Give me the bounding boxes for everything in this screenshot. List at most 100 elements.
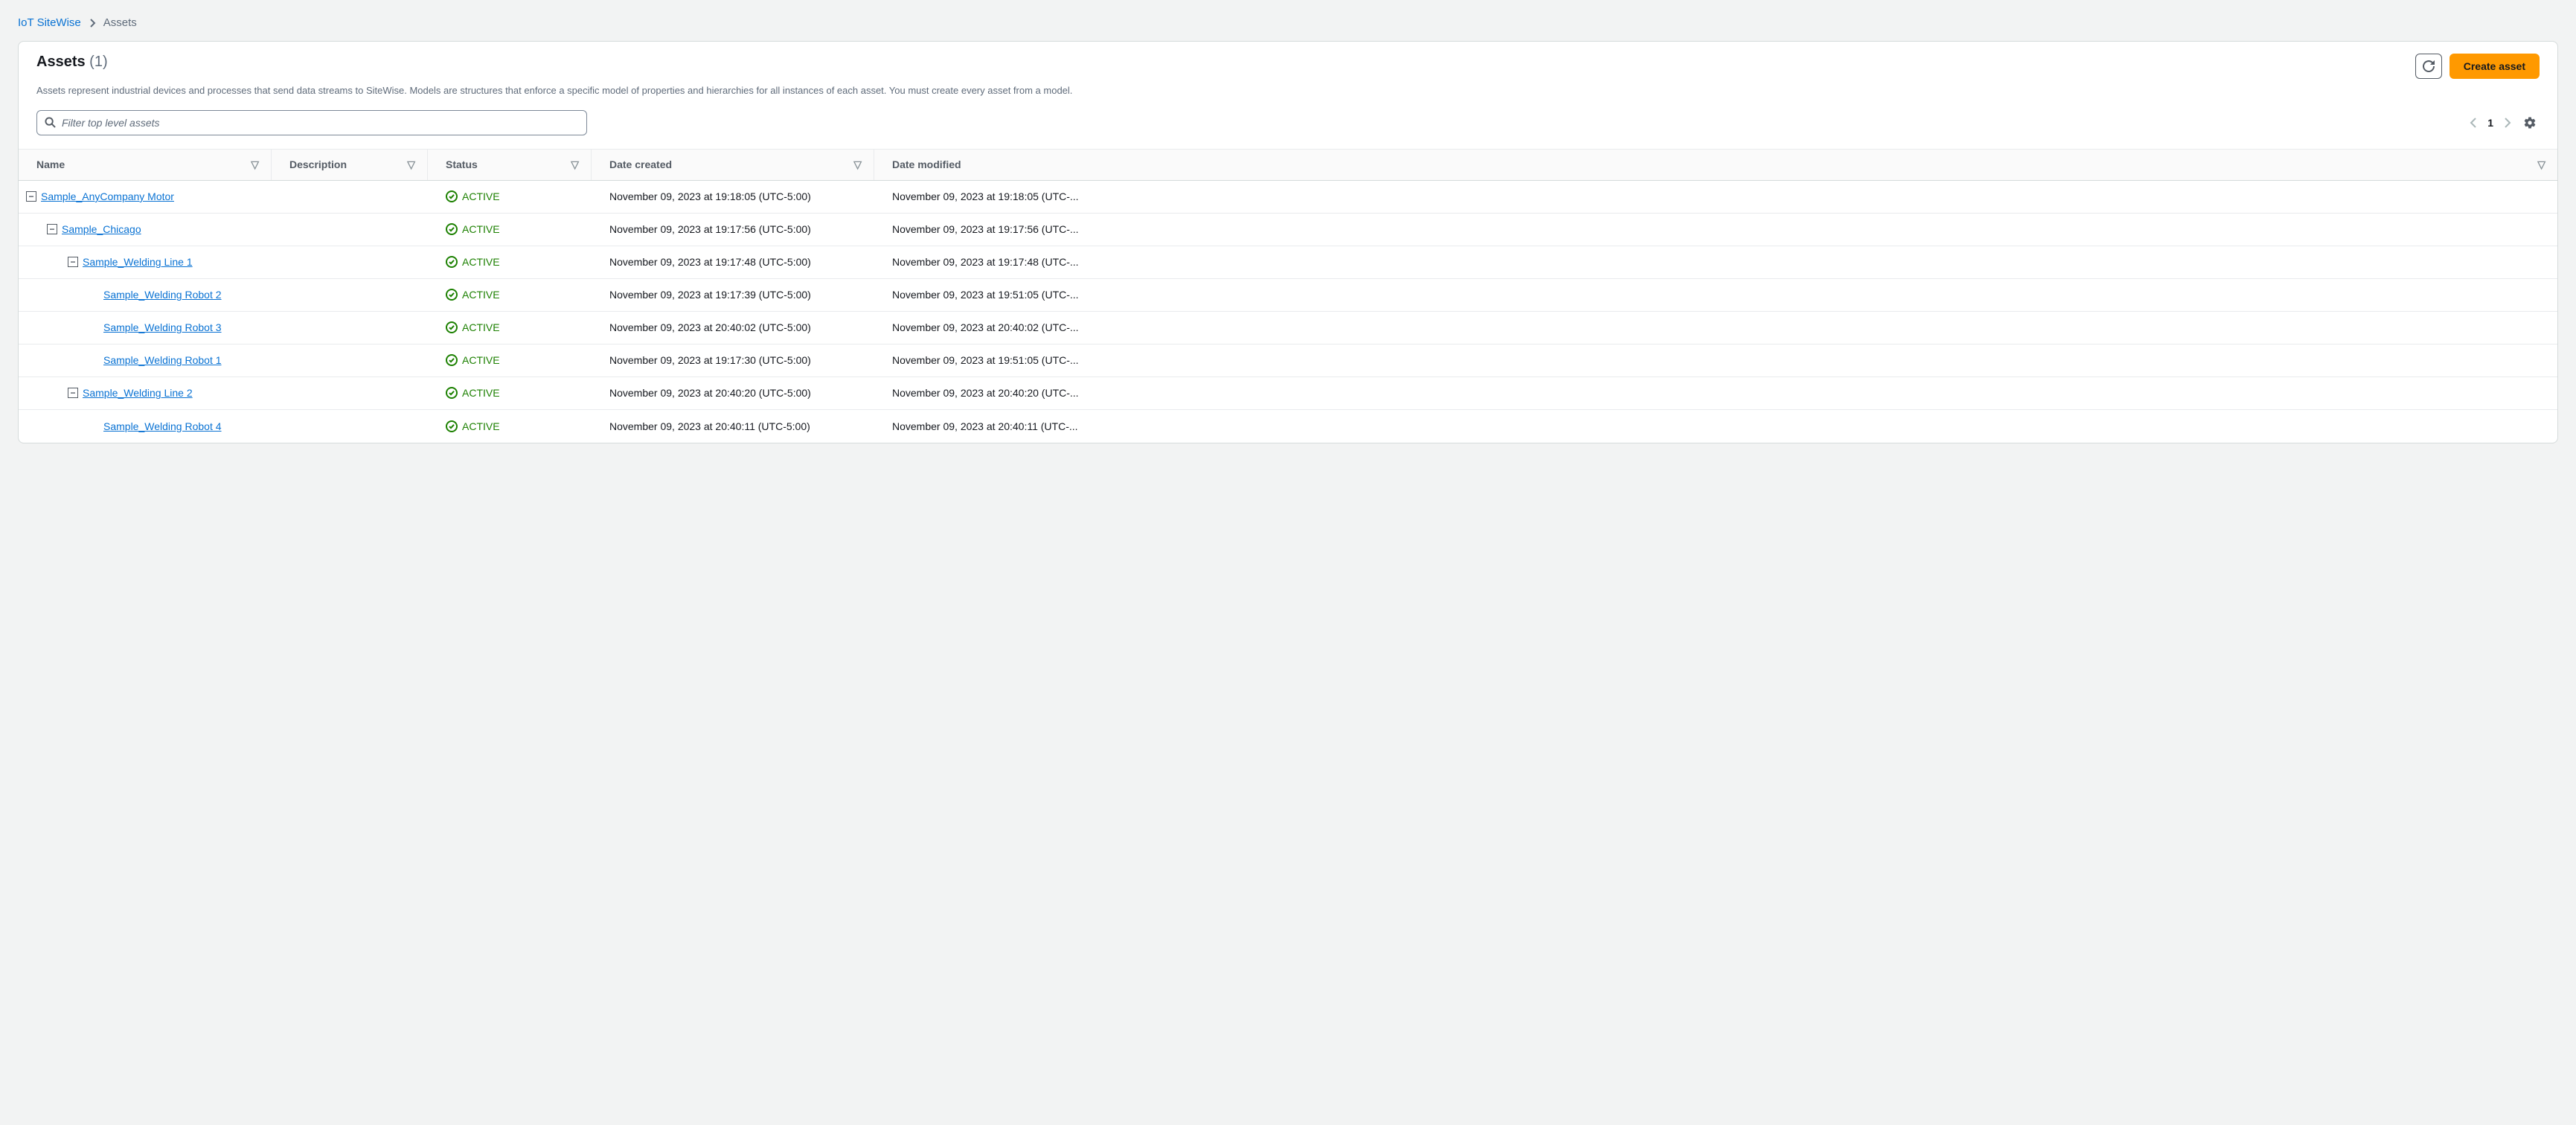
- asset-link[interactable]: Sample_Welding Robot 1: [103, 354, 222, 366]
- asset-link[interactable]: Sample_AnyCompany Motor: [41, 190, 174, 202]
- cell-description: [272, 222, 428, 237]
- cell-name: −Sample_Welding Line 2: [19, 379, 272, 406]
- cell-created: November 09, 2023 at 19:17:39 (UTC-5:00): [592, 281, 874, 308]
- breadcrumb: IoT SiteWise Assets: [18, 12, 2558, 41]
- cell-status: ACTIVE: [428, 281, 592, 308]
- cell-created: November 09, 2023 at 19:18:05 (UTC-5:00): [592, 183, 874, 210]
- asset-link[interactable]: Sample_Welding Robot 4: [103, 420, 222, 432]
- cell-created: November 09, 2023 at 19:17:30 (UTC-5:00): [592, 347, 874, 374]
- table-row: −Sample_Welding Line 2 ACTIVE November 09,…: [19, 377, 2557, 410]
- refresh-button[interactable]: [2415, 54, 2442, 79]
- cell-modified: November 09, 2023 at 20:40:02 (UTC-...: [874, 314, 2557, 341]
- page-next-button[interactable]: [2504, 118, 2511, 128]
- tree-indent-guide: [47, 321, 63, 333]
- tree-indent-guide: [47, 256, 63, 268]
- asset-link[interactable]: Sample_Welding Robot 2: [103, 289, 222, 301]
- collapse-toggle[interactable]: −: [47, 224, 57, 234]
- tree-indent-guide: [26, 420, 42, 432]
- breadcrumb-root-link[interactable]: IoT SiteWise: [18, 16, 81, 29]
- col-header-modified[interactable]: Date modified ▽: [874, 150, 2557, 180]
- search-icon: [45, 117, 56, 128]
- tree-indent-guide: [47, 289, 63, 301]
- sort-caret-icon: ▽: [571, 158, 579, 171]
- col-header-name[interactable]: Name ▽: [19, 150, 272, 180]
- cell-created: November 09, 2023 at 19:17:48 (UTC-5:00): [592, 249, 874, 275]
- tree-indent-guide: [26, 387, 42, 399]
- panel-description: Assets represent industrial devices and …: [36, 83, 2540, 98]
- search-input[interactable]: [62, 117, 579, 129]
- asset-link[interactable]: Sample_Chicago: [62, 223, 141, 235]
- table-body: −Sample_AnyCompany MotorACTIVENovember 0…: [19, 181, 2557, 443]
- cell-name: Sample_Welding Robot 3: [19, 314, 272, 341]
- table-row: −Sample_Chicago ACTIVE November 09, 2023 a…: [19, 214, 2557, 246]
- asset-link[interactable]: Sample_Welding Line 2: [83, 387, 193, 399]
- pagination: 1: [2470, 117, 2511, 129]
- cell-status: ACTIVE: [428, 183, 592, 210]
- tree-indent-guide: [47, 387, 63, 399]
- table-row: Sample_Welding Robot 1 ACTIVE November 09,…: [19, 344, 2557, 377]
- asset-count: (1): [89, 54, 107, 70]
- cell-modified: November 09, 2023 at 19:51:05 (UTC-...: [874, 347, 2557, 374]
- status-badge: ACTIVE: [446, 190, 580, 202]
- cell-status: ACTIVE: [428, 216, 592, 243]
- page-title: Assets (1): [36, 54, 108, 70]
- cell-description: [272, 254, 428, 269]
- status-badge: ACTIVE: [446, 354, 580, 366]
- sort-caret-icon: ▽: [407, 158, 415, 171]
- cell-modified: November 09, 2023 at 19:17:48 (UTC-...: [874, 249, 2557, 275]
- settings-button[interactable]: [2520, 113, 2540, 132]
- chevron-right-icon: [89, 19, 96, 28]
- cell-name: −Sample_AnyCompany Motor: [19, 183, 272, 210]
- col-header-description[interactable]: Description ▽: [272, 150, 428, 180]
- asset-link[interactable]: Sample_Welding Line 1: [83, 256, 193, 268]
- cell-modified: November 09, 2023 at 20:40:20 (UTC-...: [874, 379, 2557, 406]
- create-asset-button[interactable]: Create asset: [2450, 54, 2540, 79]
- page-prev-button[interactable]: [2470, 118, 2477, 128]
- cell-status: ACTIVE: [428, 379, 592, 406]
- cell-description: [272, 287, 428, 302]
- col-header-created[interactable]: Date created ▽: [592, 150, 874, 180]
- cell-description: [272, 385, 428, 400]
- cell-status: ACTIVE: [428, 249, 592, 275]
- cell-name: Sample_Welding Robot 4: [19, 413, 272, 440]
- cell-description: [272, 320, 428, 335]
- cell-modified: November 09, 2023 at 19:51:05 (UTC-...: [874, 281, 2557, 308]
- search-field-wrap[interactable]: [36, 110, 587, 135]
- status-badge: ACTIVE: [446, 256, 580, 268]
- cell-name: Sample_Welding Robot 2: [19, 281, 272, 308]
- tree-indent-guide: [68, 354, 84, 366]
- collapse-toggle[interactable]: −: [68, 257, 78, 267]
- col-header-status[interactable]: Status ▽: [428, 150, 592, 180]
- table-header: Name ▽ Description ▽ Status ▽ Date creat…: [19, 149, 2557, 181]
- collapse-toggle[interactable]: −: [26, 191, 36, 202]
- sort-caret-icon: ▽: [2537, 158, 2545, 171]
- refresh-icon: [2423, 60, 2435, 72]
- status-badge: ACTIVE: [446, 387, 580, 399]
- cell-modified: November 09, 2023 at 19:17:56 (UTC-...: [874, 216, 2557, 243]
- status-badge: ACTIVE: [446, 289, 580, 301]
- status-badge: ACTIVE: [446, 321, 580, 333]
- cell-name: Sample_Welding Robot 1: [19, 347, 272, 374]
- tree-indent-guide: [26, 223, 42, 235]
- gear-icon: [2523, 116, 2537, 129]
- cell-description: [272, 353, 428, 368]
- sort-caret-icon: ▽: [251, 158, 259, 171]
- table-row: −Sample_AnyCompany Motor ACTIVE November 0…: [19, 181, 2557, 214]
- tree-indent-guide: [26, 256, 42, 268]
- tree-indent-guide: [47, 420, 63, 432]
- status-badge: ACTIVE: [446, 223, 580, 235]
- table-row: Sample_Welding Robot 2 ACTIVE November 09,…: [19, 279, 2557, 312]
- asset-link[interactable]: Sample_Welding Robot 3: [103, 321, 222, 333]
- cell-status: ACTIVE: [428, 413, 592, 440]
- panel-title-wrap: Assets (1): [36, 54, 108, 71]
- cell-created: November 09, 2023 at 19:17:56 (UTC-5:00): [592, 216, 874, 243]
- page-number: 1: [2487, 117, 2493, 129]
- collapse-toggle[interactable]: −: [68, 388, 78, 398]
- tree-indent-guide: [26, 321, 42, 333]
- cell-name: −Sample_Chicago: [19, 216, 272, 243]
- tree-indent-guide: [26, 354, 42, 366]
- cell-description: [272, 419, 428, 434]
- cell-modified: November 09, 2023 at 20:40:11 (UTC-...: [874, 413, 2557, 440]
- table-row: −Sample_Welding Line 1 ACTIVE November 09,…: [19, 246, 2557, 279]
- cell-status: ACTIVE: [428, 347, 592, 374]
